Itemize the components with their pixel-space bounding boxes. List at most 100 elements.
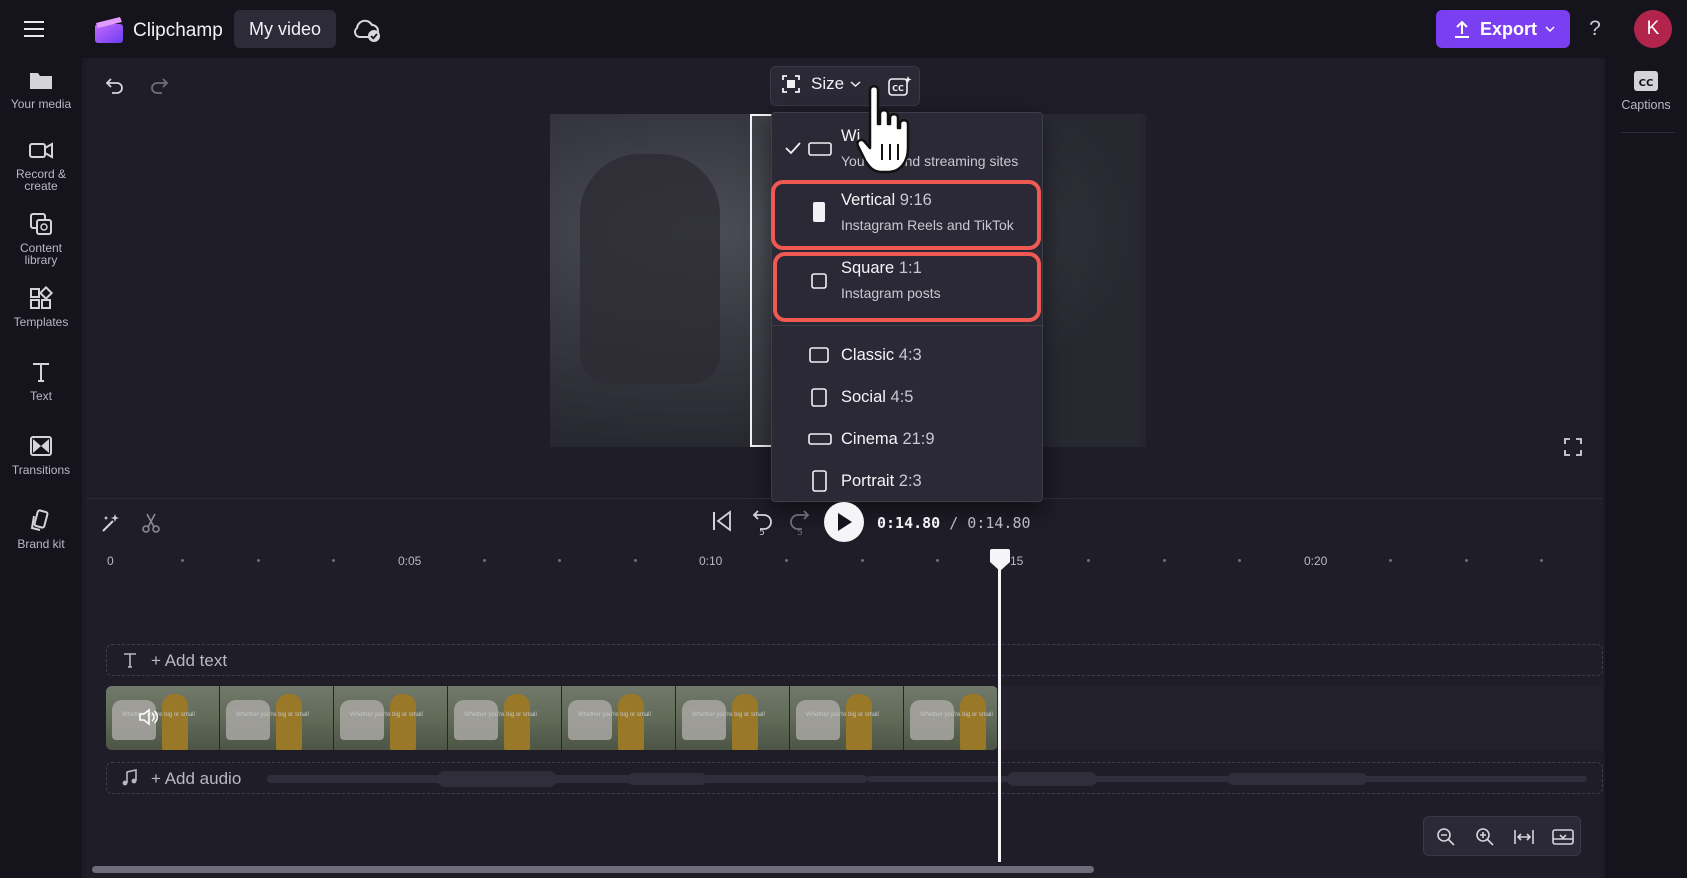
ruler-tick	[332, 559, 335, 562]
current-time: 0:14.80	[877, 514, 941, 532]
playhead-line	[998, 560, 1001, 862]
menu-item-cinema[interactable]: Cinema 21:9	[772, 419, 1044, 459]
ruler-tick	[1087, 559, 1090, 562]
rewind-5-icon[interactable]: 5	[750, 508, 774, 536]
play-button[interactable]	[824, 502, 864, 542]
ruler-label: 0:05	[398, 554, 422, 568]
preview-edge	[1140, 114, 1146, 447]
ruler-tick	[257, 559, 260, 562]
menu-item-classic[interactable]: Classic 4:3	[772, 335, 1044, 375]
captions-icon: CC	[1634, 71, 1658, 91]
ruler-tick	[1238, 559, 1241, 562]
ruler-label: 15	[1010, 554, 1024, 568]
captions-label: Captions	[1621, 98, 1671, 112]
sidebar-item-your-media[interactable]: Your media	[0, 68, 82, 110]
timeline-scrollbar[interactable]	[92, 866, 1094, 873]
sidebar-item-label: Your media	[10, 97, 72, 111]
fullscreen-icon[interactable]	[1562, 436, 1584, 458]
menu-item-title: Cinema 21:9	[841, 430, 935, 448]
ruler-tick	[785, 559, 788, 562]
zoom-controls	[1423, 816, 1581, 856]
sidebar-item-label: Brand kit	[17, 537, 65, 551]
ruler-tick	[1540, 559, 1543, 562]
add-audio-label: + Add audio	[151, 769, 242, 788]
zoom-out-icon[interactable]	[1436, 827, 1456, 847]
menu-item-portrait[interactable]: Portrait 2:3	[772, 461, 1044, 501]
scissors-icon[interactable]	[140, 512, 162, 534]
add-text-label: + Add text	[151, 651, 228, 670]
ruler-tick	[861, 559, 864, 562]
sidebar-item-record-create[interactable]: Record & create	[0, 138, 82, 192]
size-label: Size	[811, 74, 845, 93]
content-library-icon	[30, 213, 52, 235]
right-sidebar: CC Captions	[1605, 58, 1687, 878]
add-text-track[interactable]: + Add text	[106, 644, 1603, 676]
timeline-height-icon[interactable]	[1552, 827, 1574, 847]
sidebar-item-content-library[interactable]: Content library	[0, 212, 82, 266]
avatar[interactable]: K	[1634, 10, 1672, 48]
sidebar-item-text[interactable]: Text	[0, 360, 82, 402]
ruler-label: 0	[107, 554, 114, 568]
forward-label: 5	[797, 528, 803, 536]
clip-track-empty	[998, 686, 1603, 750]
check-icon	[785, 142, 801, 155]
undo-icon[interactable]	[104, 74, 126, 96]
help-button[interactable]: ?	[1585, 17, 1605, 41]
ruler-tick	[181, 559, 184, 562]
fit-timeline-icon[interactable]	[1513, 827, 1535, 847]
classic-ratio-icon	[809, 347, 829, 363]
hand-cursor-icon	[856, 84, 914, 176]
sidebar-item-brand-kit[interactable]: Brand kit	[0, 508, 82, 550]
ruler-tick	[1163, 559, 1166, 562]
menu-item-social[interactable]: Social 4:5	[772, 377, 1044, 417]
video-clip[interactable]: Whether you're big or small Whether you'…	[106, 686, 998, 750]
widescreen-ratio-icon	[808, 142, 832, 156]
transitions-icon	[30, 436, 52, 456]
menu-divider	[772, 325, 1044, 326]
music-note-icon	[122, 769, 137, 786]
upload-icon	[1455, 20, 1469, 38]
ruler-tick	[634, 559, 637, 562]
cloud-saved-icon[interactable]	[352, 16, 382, 44]
sidebar-item-label-line2: create	[24, 179, 58, 193]
sidebar-item-transitions[interactable]: Transitions	[0, 434, 82, 476]
text-icon	[33, 363, 49, 382]
camera-icon	[29, 142, 53, 159]
text-icon	[124, 653, 136, 668]
left-sidebar: Your media Record & create Content libra…	[0, 58, 82, 878]
playhead-handle[interactable]	[989, 548, 1011, 572]
project-title-button[interactable]: My video	[234, 10, 336, 48]
ruler-tick	[558, 559, 561, 562]
sidebar-item-label: Transitions	[11, 463, 71, 477]
highlight-square	[773, 252, 1041, 322]
highlight-vertical	[771, 180, 1041, 250]
add-audio-track[interactable]: + Add audio	[106, 762, 1603, 794]
timeline-divider	[86, 498, 1603, 499]
timecode: 0:14.80 / 0:14.80	[877, 514, 1031, 532]
portrait-ratio-icon	[812, 470, 827, 492]
svg-text:CC: CC	[1639, 78, 1654, 89]
ruler-label: 0:20	[1304, 554, 1328, 568]
app-name: Clipchamp	[133, 20, 223, 41]
redo-icon[interactable]	[148, 74, 170, 96]
divider	[1621, 132, 1675, 133]
sidebar-item-label: Templates	[13, 315, 69, 329]
zoom-in-icon[interactable]	[1475, 827, 1495, 847]
skip-to-start-icon[interactable]	[711, 508, 733, 534]
size-button[interactable]: Size	[781, 74, 861, 94]
forward-5-icon[interactable]: 5	[788, 508, 812, 536]
clip-overlay	[106, 686, 998, 750]
volume-icon[interactable]	[138, 708, 158, 726]
play-icon	[838, 513, 852, 531]
export-label: Export	[1480, 18, 1538, 39]
magic-wand-icon[interactable]	[100, 512, 122, 534]
captions-button[interactable]: CC Captions	[1605, 70, 1687, 112]
menu-icon[interactable]	[22, 18, 48, 40]
menu-item-title: Social 4:5	[841, 388, 914, 406]
menu-item-title: Classic 4:3	[841, 346, 922, 364]
menu-item-title: Portrait 2:3	[841, 472, 922, 490]
sidebar-item-templates[interactable]: Templates	[0, 286, 82, 328]
templates-icon	[30, 286, 54, 309]
export-button[interactable]: Export	[1436, 10, 1570, 48]
ruler-tick	[1465, 559, 1468, 562]
